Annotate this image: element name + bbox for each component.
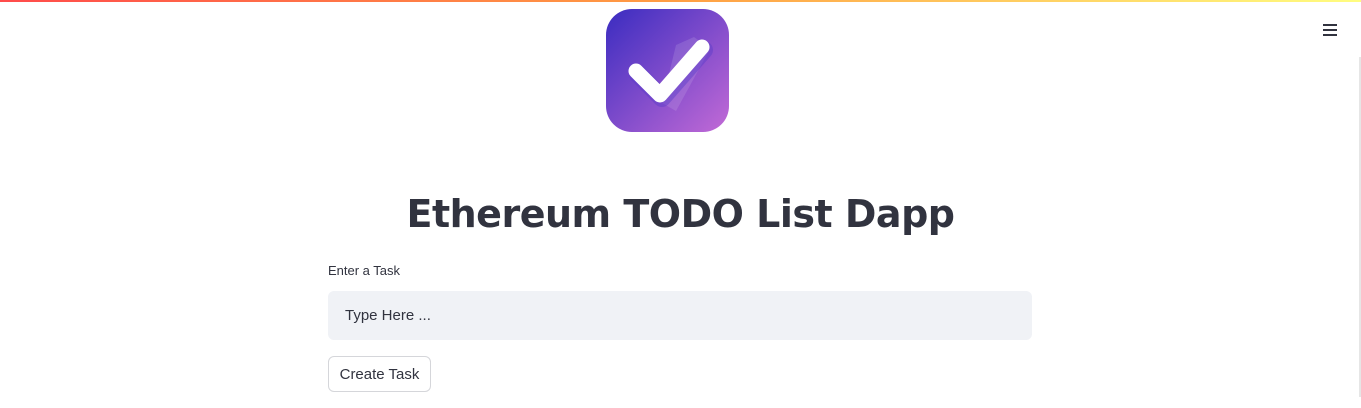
main-menu-button[interactable] (1316, 17, 1344, 43)
hamburger-menu-icon (1323, 24, 1337, 36)
app-logo (606, 9, 729, 132)
task-input[interactable] (328, 291, 1032, 340)
create-task-button[interactable]: Create Task (328, 356, 431, 392)
header-decoration-bar (0, 0, 1361, 2)
page-title: Ethereum TODO List Dapp (406, 192, 955, 236)
task-input-label: Enter a Task (328, 263, 401, 278)
